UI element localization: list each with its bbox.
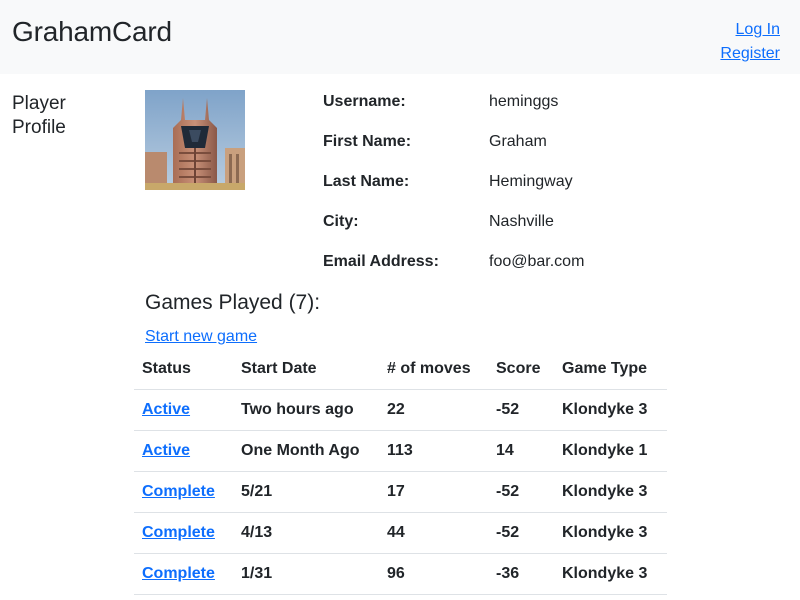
score-cell: -52 — [488, 389, 554, 431]
city-value: Nashville — [489, 213, 554, 230]
status-link[interactable]: Active — [142, 442, 190, 459]
username-value: heminggs — [489, 93, 559, 110]
table-row: Complete 5/21 17 -52 Klondyke 3 — [134, 471, 667, 513]
avatar — [145, 90, 245, 190]
game-type-cell: Klondyke 1 — [554, 430, 667, 472]
score-cell: -36 — [488, 553, 554, 595]
navbar: GrahamCard Log In Register — [0, 0, 800, 74]
status-cell: Active — [134, 430, 233, 472]
username-label: Username: — [323, 93, 406, 110]
game-type-cell: Klondyke 3 — [554, 512, 667, 554]
column-header-score: Score — [488, 349, 554, 390]
building-photo-icon — [145, 90, 245, 190]
status-link[interactable]: Complete — [142, 565, 215, 582]
game-type-cell: Klondyke 3 — [554, 471, 667, 513]
score-cell: 14 — [488, 430, 554, 472]
start-date-cell: 5/21 — [233, 471, 379, 513]
games-heading: Games Played (7): — [145, 291, 321, 314]
start-date-cell: One Month Ago — [233, 430, 379, 472]
last-name-label: Last Name: — [323, 173, 410, 190]
login-link[interactable]: Log In — [736, 21, 780, 39]
column-header-game-type: Game Type — [554, 349, 667, 390]
column-header-start-date: Start Date — [233, 349, 379, 390]
score-cell: -52 — [488, 512, 554, 554]
table-row: Complete 4/13 44 -52 Klondyke 3 — [134, 512, 667, 554]
status-link[interactable]: Complete — [142, 524, 215, 541]
column-header-moves: # of moves — [379, 349, 488, 390]
first-name-label: First Name: — [323, 133, 412, 150]
email-label: Email Address: — [323, 253, 439, 270]
moves-cell: 44 — [379, 512, 488, 554]
moves-cell: 22 — [379, 389, 488, 431]
register-link[interactable]: Register — [720, 45, 780, 63]
status-cell: Complete — [134, 512, 233, 554]
game-type-cell: Klondyke 3 — [554, 553, 667, 595]
game-type-cell: Klondyke 3 — [554, 389, 667, 431]
email-value: foo@bar.com — [489, 253, 585, 270]
table-row: Active Two hours ago 22 -52 Klondyke 3 — [134, 389, 667, 431]
start-date-cell: 4/13 — [233, 512, 379, 554]
last-name-value: Hemingway — [489, 173, 573, 190]
brand-title[interactable]: GrahamCard — [12, 16, 172, 48]
moves-cell: 113 — [379, 430, 488, 472]
start-date-cell: 1/31 — [233, 553, 379, 595]
status-link[interactable]: Active — [142, 401, 190, 418]
score-cell: -52 — [488, 471, 554, 513]
first-name-value: Graham — [489, 133, 547, 150]
status-cell: Complete — [134, 553, 233, 595]
city-label: City: — [323, 213, 359, 230]
games-table: Status Start Date # of moves Score Game … — [134, 349, 667, 595]
table-row: Active One Month Ago 113 14 Klondyke 1 — [134, 430, 667, 472]
start-new-game-link[interactable]: Start new game — [145, 328, 257, 346]
moves-cell: 17 — [379, 471, 488, 513]
table-header-row: Status Start Date # of moves Score Game … — [134, 349, 667, 390]
table-row: Complete 1/31 96 -36 Klondyke 3 — [134, 553, 667, 595]
status-cell: Active — [134, 389, 233, 431]
status-cell: Complete — [134, 471, 233, 513]
moves-cell: 96 — [379, 553, 488, 595]
page-title: Player Profile — [12, 93, 66, 138]
status-link[interactable]: Complete — [142, 483, 215, 500]
column-header-status: Status — [134, 349, 233, 390]
start-date-cell: Two hours ago — [233, 389, 379, 431]
